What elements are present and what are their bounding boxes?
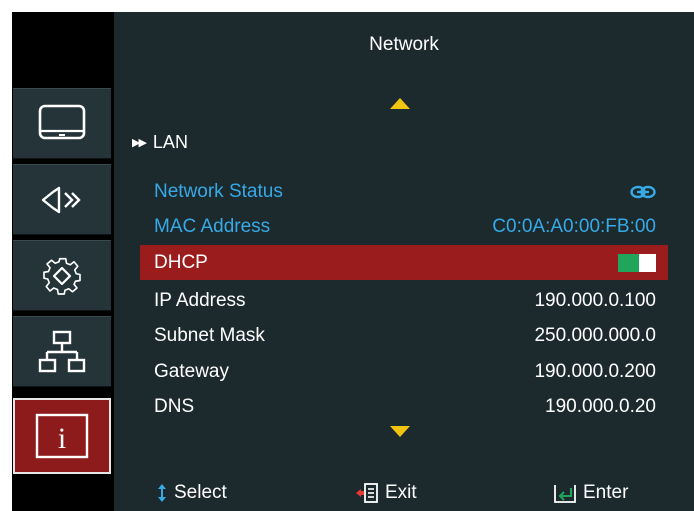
row-label: DNS (154, 395, 195, 417)
sidebar-item-network[interactable] (13, 316, 111, 387)
enter-key-icon (554, 485, 576, 503)
toggle-knob (639, 253, 656, 272)
page-title: Network (369, 34, 439, 55)
network-icon (38, 330, 86, 372)
hint-select: Select (156, 475, 227, 511)
row-value: 190.000.0.200 (534, 360, 656, 382)
row-value: C0:0A:A0:00:FB:00 (492, 215, 656, 237)
row-value: 250.000.000.0 (534, 324, 656, 346)
svg-text:i: i (58, 422, 66, 455)
sidebar-item-audio[interactable] (13, 164, 111, 235)
menu-header: Network (114, 12, 694, 78)
select-label: Select (174, 482, 227, 503)
section-title: LAN (152, 132, 188, 152)
sidebar-item-settings[interactable] (13, 240, 111, 311)
row-ip-address: IP Address 190.000.0.100 (140, 283, 668, 318)
row-gateway: Gateway 190.000.0.200 (140, 354, 668, 389)
row-dns: DNS 190.000.0.20 (140, 389, 668, 424)
display-icon (38, 104, 86, 139)
settings-gear-icon (43, 257, 81, 295)
link-icon (630, 185, 656, 198)
row-value: 190.000.0.20 (545, 395, 656, 417)
row-label: DHCP (154, 251, 208, 273)
fast-forward-icon: ▶▶ (132, 137, 147, 149)
row-label: Network Status (154, 180, 283, 202)
row-label: IP Address (154, 289, 246, 311)
scroll-down-arrow-icon[interactable] (390, 426, 410, 437)
audio-icon (41, 186, 81, 213)
scroll-up-arrow-icon[interactable] (390, 98, 410, 109)
footer-hints: Select Exit Enter (114, 475, 694, 511)
dhcp-toggle[interactable] (618, 253, 656, 272)
hint-enter: Enter (553, 475, 628, 511)
sidebar-item-display[interactable] (13, 88, 111, 159)
enter-label: Enter (583, 482, 629, 503)
up-down-arrow-icon (158, 484, 166, 502)
osd-menu: Network i ▶▶ LAN Network Status MAC Addr… (12, 12, 694, 511)
row-subnet-mask: Subnet Mask 250.000.000.0 (140, 318, 668, 353)
row-network-status: Network Status (140, 174, 668, 209)
row-label: Gateway (154, 360, 229, 382)
row-mac-address: MAC Address C0:0A:A0:00:FB:00 (140, 209, 668, 244)
main-panel: ▶▶ LAN Network Status MAC Address C0:0A:… (114, 78, 694, 475)
exit-menu-icon (356, 483, 378, 503)
exit-label: Exit (385, 482, 417, 503)
row-label: Subnet Mask (154, 324, 265, 346)
row-dhcp[interactable]: DHCP (140, 245, 668, 280)
row-value: 190.000.0.100 (534, 289, 656, 311)
sidebar: i (12, 78, 114, 475)
info-icon: i (35, 413, 89, 459)
hint-exit: Exit (355, 475, 417, 511)
section-header: ▶▶ LAN (132, 132, 188, 153)
sidebar-item-information[interactable]: i (13, 398, 111, 474)
row-label: MAC Address (154, 215, 271, 237)
toggle-on-fill (618, 253, 639, 272)
